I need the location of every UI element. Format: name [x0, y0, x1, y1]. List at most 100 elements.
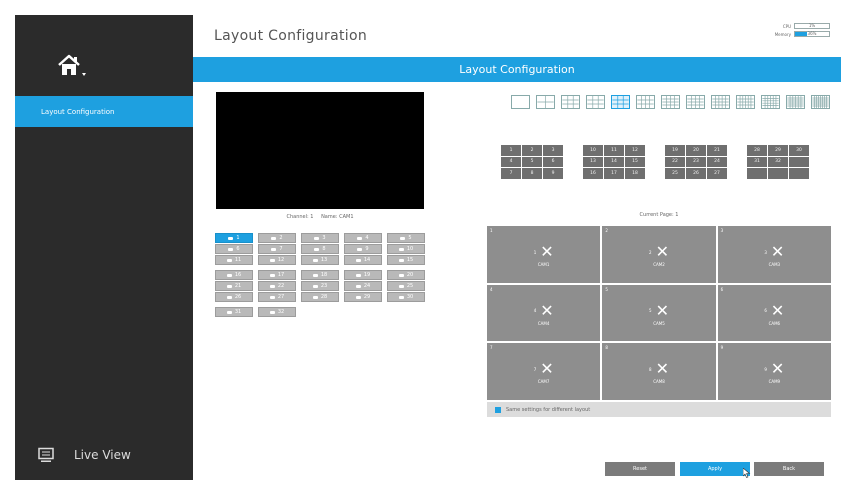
camera-icon — [226, 295, 232, 299]
layout-option-8-icon[interactable] — [686, 95, 705, 109]
channel-button-10[interactable]: 10 — [387, 244, 425, 254]
camera-icon — [228, 247, 234, 251]
resource-usage: CPU 1% Memory 36% — [770, 22, 830, 38]
channel-button-28[interactable]: 28 — [301, 292, 339, 302]
layout-option-13-icon[interactable] — [811, 95, 830, 109]
remove-icon[interactable]: ✕ — [656, 302, 669, 319]
layout-option-7-icon[interactable] — [661, 95, 680, 109]
channel-button-8[interactable]: 8 — [301, 244, 339, 254]
channel-button-2[interactable]: 2 — [258, 233, 296, 243]
page-group-2[interactable]: 10 11 12 13 14 15 16 17 18 — [583, 145, 645, 179]
page-group-3[interactable]: 19 20 21 22 23 24 25 26 27 — [665, 145, 727, 179]
remove-icon[interactable]: ✕ — [771, 244, 784, 260]
channel-button-22[interactable]: 22 — [258, 281, 296, 291]
channel-button-4[interactable]: 4 — [344, 233, 382, 243]
channel-button-23[interactable]: 23 — [301, 281, 339, 291]
checkbox-icon[interactable] — [495, 406, 501, 413]
channel-button-7[interactable]: 7 — [258, 244, 296, 254]
page-group-4[interactable]: 28 29 30 31 32 — [747, 145, 809, 179]
layout-tile[interactable]: 2 2 ✕ CAM2 — [602, 226, 716, 283]
camera-icon — [398, 295, 404, 299]
layout-option-5-icon[interactable] — [611, 95, 630, 109]
apply-button[interactable]: Apply — [680, 462, 750, 476]
remove-icon[interactable]: ✕ — [771, 361, 784, 377]
layout-option-6-icon[interactable] — [636, 95, 655, 109]
channel-button-26[interactable]: 26 — [215, 292, 253, 302]
channel-number: 2 — [279, 235, 283, 241]
camera-icon — [357, 236, 363, 240]
channel-button-14[interactable]: 14 — [344, 255, 382, 265]
channel-button-32[interactable]: 32 — [258, 307, 296, 317]
channel-button-30[interactable]: 30 — [387, 292, 425, 302]
layout-tile[interactable]: 9 9 ✕ CAM9 — [717, 343, 831, 400]
channel-number: 31 — [234, 309, 242, 315]
layout-option-10-icon[interactable] — [736, 95, 755, 109]
channel-button-16[interactable]: 16 — [215, 270, 253, 280]
page-cell: 7 — [501, 168, 521, 179]
channel-button-27[interactable]: 27 — [258, 292, 296, 302]
layout-tile[interactable]: 3 3 ✕ CAM3 — [717, 226, 831, 283]
layout-tile[interactable]: 1 1 ✕ CAM1 — [487, 226, 601, 283]
channel-button-13[interactable]: 13 — [301, 255, 339, 265]
camera-icon — [269, 258, 275, 262]
channel-number: 21 — [234, 283, 242, 289]
video-preview — [216, 92, 424, 209]
channel-button-3[interactable]: 3 — [301, 233, 339, 243]
sidebar-item-layout-configuration[interactable]: Layout Configuration — [15, 96, 193, 127]
layout-tile[interactable]: 6 6 ✕ CAM6 — [717, 284, 831, 342]
layout-option-12-icon[interactable] — [786, 95, 805, 109]
layout-option-4-icon[interactable] — [586, 95, 605, 109]
channel-button-31[interactable]: 31 — [215, 307, 253, 317]
remove-icon[interactable]: ✕ — [540, 361, 553, 377]
channel-button-17[interactable]: 17 — [258, 270, 296, 280]
channel-button-25[interactable]: 25 — [387, 281, 425, 291]
layout-option-3-icon[interactable] — [561, 95, 580, 109]
camera-icon — [271, 236, 277, 240]
channel-button-24[interactable]: 24 — [344, 281, 382, 291]
channel-button-6[interactable]: 6 — [215, 244, 253, 254]
channel-button-18[interactable]: 18 — [301, 270, 339, 280]
layout-option-2-icon[interactable] — [536, 95, 555, 109]
remove-icon[interactable]: ✕ — [540, 302, 553, 319]
channel-number: 7 — [279, 246, 283, 252]
channel-button-1[interactable]: 1 — [215, 233, 253, 243]
layout-tile[interactable]: 8 8 ✕ CAM8 — [602, 343, 716, 400]
home-icon[interactable] — [55, 51, 91, 81]
channel-number: 13 — [320, 257, 328, 263]
layout-option-11-icon[interactable] — [761, 95, 780, 109]
layout-option-9-icon[interactable] — [711, 95, 730, 109]
channel-button-12[interactable]: 12 — [258, 255, 296, 265]
remove-icon[interactable]: ✕ — [656, 361, 669, 377]
channel-button-29[interactable]: 29 — [344, 292, 382, 302]
sidebar-item-live-view[interactable]: Live View — [38, 447, 131, 463]
channel-number: 4 — [365, 235, 369, 241]
tile-camera-name: CAM1 — [537, 262, 550, 267]
back-button[interactable]: Back — [754, 462, 824, 476]
camera-icon — [355, 284, 361, 288]
layout-tile[interactable]: 7 7 ✕ CAM7 — [487, 343, 601, 400]
current-page-label: Current Page: 1 — [639, 212, 679, 218]
layout-tile[interactable]: 4 4 ✕ CAM4 — [487, 284, 601, 342]
channel-button-15[interactable]: 15 — [387, 255, 425, 265]
remove-icon[interactable]: ✕ — [771, 302, 784, 319]
remove-icon[interactable]: ✕ — [540, 244, 553, 260]
remove-icon[interactable]: ✕ — [656, 244, 669, 260]
camera-icon — [398, 247, 404, 251]
page-group-1[interactable]: 123 456 789 — [501, 145, 563, 179]
channel-button-11[interactable]: 11 — [215, 255, 253, 265]
tile-center: 8 ✕ — [602, 361, 715, 377]
channel-button-20[interactable]: 20 — [387, 270, 425, 280]
channel-button-19[interactable]: 19 — [344, 270, 382, 280]
channel-button-5[interactable]: 5 — [387, 233, 425, 243]
channel-number: 30 — [406, 294, 414, 300]
camera-icon — [398, 258, 404, 262]
layout-tile[interactable]: 5 5 ✕ CAM5 — [602, 284, 716, 342]
same-settings-checkbox[interactable]: Same settings for different layout — [487, 402, 831, 417]
reset-button[interactable]: Reset — [605, 462, 675, 476]
tile-center: 3 ✕ — [718, 244, 831, 260]
camera-icon — [269, 284, 275, 288]
channel-button-9[interactable]: 9 — [344, 244, 382, 254]
layout-option-1-icon[interactable] — [511, 95, 530, 109]
cpu-value: 1% — [808, 23, 816, 28]
channel-button-21[interactable]: 21 — [215, 281, 253, 291]
